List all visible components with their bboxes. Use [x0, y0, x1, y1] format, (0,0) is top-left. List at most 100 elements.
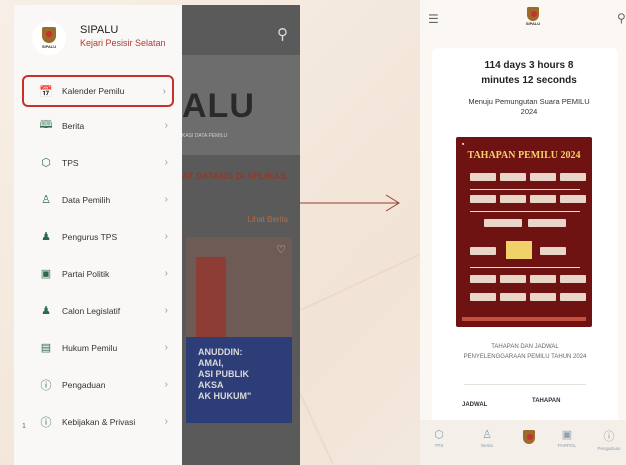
nav-item-pengaduan[interactable]: ⓘ Pengaduan — [594, 428, 624, 451]
shield-icon: ⓘ — [40, 379, 52, 392]
drawer-menu: 📅 Kalender Pemilu › 🕮 Berita › ⬡ TPS › ♙ Data Pemi… — [14, 75, 182, 440]
drawer-item-partai-politik[interactable]: ▣ Partai Politik › — [14, 255, 182, 292]
poster-box — [470, 195, 496, 203]
poster-box — [470, 247, 496, 255]
chevron-right-icon: › — [164, 231, 168, 242]
drawer-item-kalender-pemilu[interactable]: 📅 Kalender Pemilu › — [22, 75, 174, 107]
drawer-item-kebijakan-privasi[interactable]: ⓘ Kebijakan & Privasi › — [14, 403, 182, 440]
poster-box — [530, 293, 556, 301]
user-icon: ♙ — [41, 194, 51, 206]
search-icon[interactable]: ⚲ — [277, 25, 288, 43]
nav-item-berita[interactable]: ♙ Berita — [472, 428, 502, 448]
hamburger-menu-icon[interactable]: ☰ — [428, 12, 439, 26]
chevron-right-icon: › — [164, 268, 168, 279]
chevron-right-icon: › — [164, 379, 168, 390]
poster-title: TAHAPAN PEMILU 2024 — [467, 150, 581, 161]
logo-caption: SIPALU — [525, 21, 541, 26]
see-news-link[interactable]: Lihat Berita — [248, 215, 288, 224]
poster-highlight — [506, 241, 532, 259]
home-nav-button[interactable] — [518, 424, 540, 450]
drawer-item-label: TPS — [62, 157, 79, 168]
poster-box — [560, 293, 586, 301]
drawer-item-hukum-pemilu[interactable]: ▤ Hukum Pemilu › — [14, 329, 182, 366]
banner-subtitle: KASI DATA PEMILU — [182, 133, 228, 139]
news-card[interactable]: ANUDDIN: AMAI, ASI PUBLIK AKSA AK HUKUM"… — [186, 237, 292, 423]
navigation-drawer: SIPALU SIPALU Kejari Pesisir Selatan 📅 Ka… — [14, 5, 182, 465]
page-indicator: 1 — [22, 423, 26, 430]
poster-box — [500, 173, 526, 181]
tab-stages[interactable]: TAHAPAN — [532, 398, 560, 404]
nav-item-tps[interactable]: ⬡ TPS — [424, 428, 454, 448]
poster-line — [470, 267, 580, 268]
poster-box — [470, 293, 496, 301]
drawer-item-label: Kalender Pemilu — [62, 86, 125, 96]
nav-item-label: Berita — [481, 443, 493, 448]
chevron-right-icon: › — [164, 194, 168, 205]
drawer-item-berita[interactable]: 🕮 Berita › — [14, 107, 182, 144]
poster-logo: ■ — [462, 141, 465, 146]
drawer-item-data-pemilih[interactable]: ♙ Data Pemilih › — [14, 181, 182, 218]
poster-box — [540, 247, 566, 255]
nav-item-label: TPS — [434, 443, 444, 448]
poster-line — [470, 211, 580, 212]
drawer-item-label: Partai Politik — [62, 268, 110, 279]
poster-line — [470, 189, 580, 190]
logo-caption: SIPALU — [41, 44, 57, 49]
drawer-item-label: Pengaduan — [62, 379, 106, 390]
shield-icon: ⓘ — [603, 431, 615, 443]
law-icon: ▤ — [40, 342, 52, 354]
drawer-item-label: Kebijakan & Privasi — [62, 416, 136, 427]
heart-icon[interactable]: ♡ — [276, 243, 286, 256]
home-background: ⚲ ALU KASI DATA PEMILU AT DATANG DI APLI… — [182, 5, 300, 465]
box-icon: ⬡ — [41, 157, 51, 169]
portrait-icon: ▣ — [561, 429, 573, 441]
chevron-right-icon: › — [164, 342, 168, 353]
chevron-right-icon: › — [164, 416, 168, 427]
left-phone-screen: ⚲ ALU KASI DATA PEMILU AT DATANG DI APLI… — [14, 5, 300, 465]
banner-title: ALU — [182, 87, 255, 125]
user-icon: ♙ — [482, 429, 492, 441]
transition-arrow — [300, 194, 400, 212]
poster-box — [560, 195, 586, 203]
nav-item-parpol[interactable]: ▣ PARPOL — [552, 428, 582, 448]
countdown-timer: 114 days 3 hours 8 minutes 12 seconds — [481, 60, 577, 86]
poster-box — [500, 195, 526, 203]
drawer-item-pengurus-tps[interactable]: ♟ Pengurus TPS › — [14, 218, 182, 255]
tab-schedule[interactable]: JADWAL — [462, 402, 487, 408]
chevron-right-icon: › — [162, 85, 166, 97]
drawer-item-tps[interactable]: ⬡ TPS › — [14, 144, 182, 181]
nav-item-label: PARPOL — [558, 443, 576, 448]
drawer-item-pengaduan[interactable]: ⓘ Pengaduan › — [14, 366, 182, 403]
chevron-right-icon: › — [164, 305, 168, 316]
home-banner: ALU KASI DATA PEMILU — [182, 55, 300, 155]
drawer-item-label: Pengurus TPS — [62, 231, 118, 242]
candidate-icon: ♟ — [41, 305, 51, 317]
portrait-icon: ▣ — [40, 268, 52, 280]
book-icon: 🕮 — [39, 119, 53, 131]
search-icon[interactable]: ⚲ — [617, 11, 626, 25]
election-stages-poster[interactable]: ■ TAHAPAN PEMILU 2024 — [456, 137, 592, 327]
screenshot-stage: ⚲ ALU KASI DATA PEMILU AT DATANG DI APLI… — [0, 0, 626, 465]
poster-box — [530, 275, 556, 283]
poster-box — [484, 219, 522, 227]
drawer-item-label: Hukum Pemilu — [62, 342, 118, 353]
shield-logo-icon — [527, 7, 539, 21]
poster-box — [530, 173, 556, 181]
calendar-icon: 📅 — [39, 85, 53, 98]
schedule-tabs: JADWAL TAHAPAN — [448, 398, 608, 414]
shield-logo-icon — [523, 430, 535, 444]
chevron-right-icon: › — [164, 120, 168, 131]
drawer-item-calon-legislatif[interactable]: ♟ Calon Legislatif › — [14, 292, 182, 329]
app-name: SIPALU — [80, 24, 119, 36]
poster-box — [560, 173, 586, 181]
poster-caption: TAHAPAN DAN JADWAL PENYELENGGARAAN PEMIL… — [463, 344, 587, 360]
welcome-text: AT DATANG DI APLIKAS — [182, 171, 287, 181]
poster-footer-bar — [462, 317, 586, 321]
drawer-item-label: Data Pemilih — [62, 194, 111, 205]
app-subtitle: Kejari Pesisir Selatan — [80, 38, 166, 48]
poster-box — [560, 275, 586, 283]
nav-item-label: Pengaduan — [597, 446, 621, 451]
privacy-icon: ⓘ — [40, 416, 52, 429]
top-bar: ☰ SIPALU ⚲ — [420, 0, 626, 40]
poster-box — [528, 219, 566, 227]
